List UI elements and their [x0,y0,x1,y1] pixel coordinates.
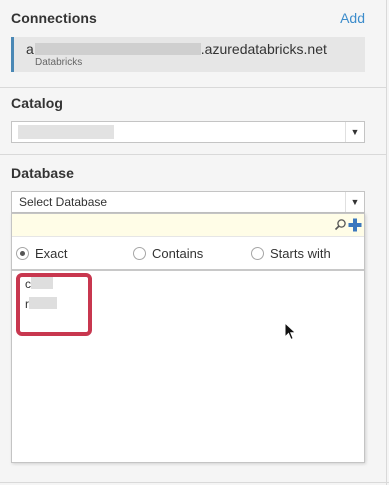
connection-name: a .azuredatabricks.net [26,41,327,57]
catalog-select[interactable]: ▼ [11,121,365,143]
chevron-down-icon[interactable]: ▼ [349,126,361,138]
section-divider [0,154,386,155]
database-search-row [12,214,364,237]
database-search-input[interactable] [12,214,330,236]
catalog-header: Catalog [11,95,64,111]
radio-unselected-icon [133,246,146,260]
highlight-annotation-box [16,273,92,336]
radio-starts-with[interactable]: Starts with [251,244,331,262]
radio-exact-label: Exact [35,245,68,261]
section-divider [0,87,386,88]
connection-type: Databricks [35,57,83,68]
database-results-list: c r [12,271,364,462]
redacted-server-name [34,43,201,55]
connections-header: Connections [11,10,97,26]
mouse-cursor-icon [284,322,297,341]
connection-name-domain: .azuredatabricks.net [200,41,327,57]
radio-exact[interactable]: Exact [16,244,68,262]
radio-selected-icon [16,246,29,260]
connection-item[interactable]: a .azuredatabricks.net Databricks [11,37,365,72]
radio-contains-label: Contains [152,245,204,261]
caret-divider [345,192,346,212]
plus-icon[interactable] [348,218,362,232]
panel-right-border [386,0,387,485]
database-dropdown: Exact Contains Starts with c r [11,213,365,463]
radio-unselected-icon [251,246,264,260]
radio-contains[interactable]: Contains [133,244,203,262]
search-icon[interactable] [334,218,347,231]
database-header: Database [11,165,75,181]
panel-bottom-border [0,482,389,483]
chevron-down-icon[interactable]: ▼ [349,196,361,208]
caret-divider [345,122,346,142]
database-select-placeholder: Select Database [19,195,108,209]
connection-name-start: a [26,41,34,57]
match-type-radio-group: Exact Contains Starts with [12,244,364,262]
radio-starts-with-label: Starts with [270,245,331,261]
database-select[interactable]: Select Database ▼ [11,191,365,213]
add-connection-link[interactable]: Add [340,10,365,26]
redacted-catalog-value [18,125,114,139]
